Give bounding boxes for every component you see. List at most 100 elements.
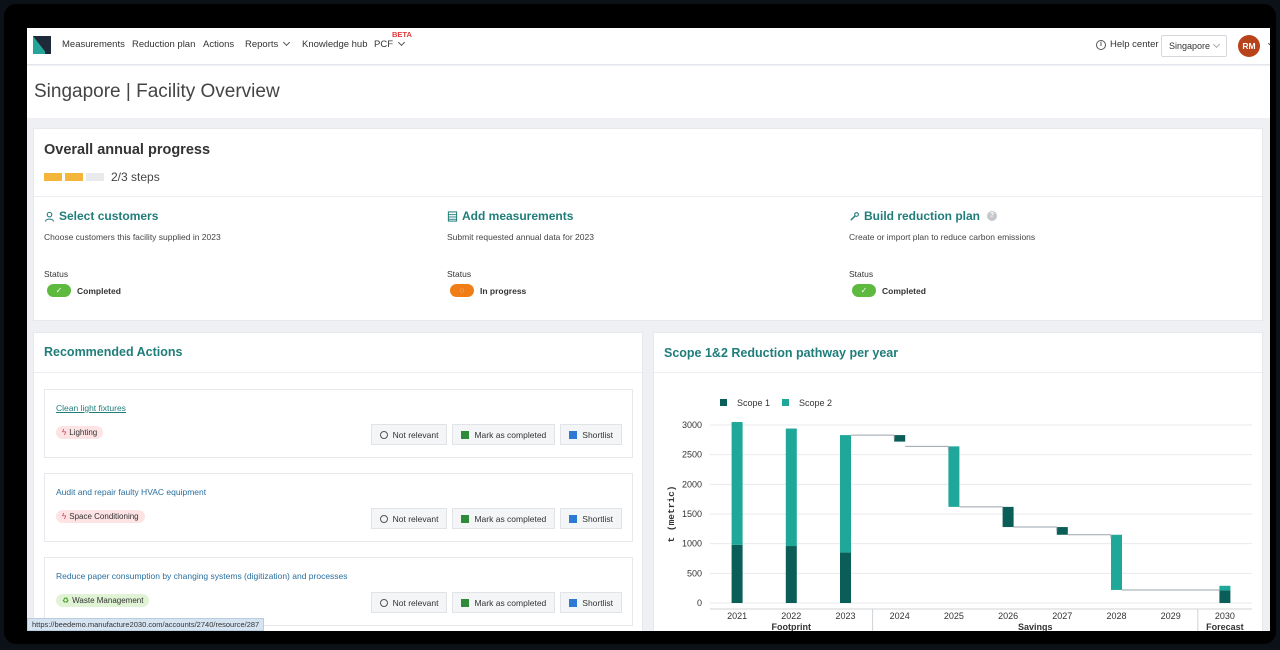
not-relevant-label: Not relevant bbox=[392, 597, 439, 608]
chevron-down-icon bbox=[1212, 40, 1221, 49]
step-description: Choose customers this facility supplied … bbox=[44, 232, 221, 242]
help-center-label: Help center bbox=[1110, 39, 1159, 50]
nav-knowledge-hub[interactable]: Knowledge hub bbox=[302, 39, 368, 50]
not-relevant-button[interactable]: Not relevant bbox=[370, 592, 448, 613]
nav-reports-label: Reports bbox=[245, 39, 279, 50]
nav-reports[interactable]: Reports bbox=[245, 38, 291, 50]
mark-completed-label: Mark as completed bbox=[474, 597, 547, 608]
shortlist-button[interactable]: Shortlist bbox=[560, 424, 622, 445]
x-tick-label: 2029 bbox=[1161, 611, 1181, 621]
shortlist-button[interactable]: Shortlist bbox=[560, 592, 622, 613]
chevron-down-icon bbox=[283, 38, 291, 47]
bar-scope-2 bbox=[840, 435, 851, 553]
action-item: Audit and repair faulty HVAC equipment ϟ… bbox=[44, 473, 633, 542]
status-text: In progress bbox=[480, 285, 527, 296]
legend-swatch-scope-2 bbox=[782, 399, 789, 406]
chart-title: Scope 1&2 Reduction pathway per year bbox=[664, 346, 899, 360]
page-title: Singapore | Facility Overview bbox=[34, 81, 280, 102]
checkbox-icon bbox=[461, 430, 470, 439]
nav-pcf[interactable]: PCF bbox=[374, 38, 406, 50]
check-icon: ✓ bbox=[852, 284, 876, 297]
status-label: Status bbox=[44, 269, 69, 279]
chevron-down-icon bbox=[397, 38, 406, 47]
help-center-link[interactable]: i Help center bbox=[1096, 39, 1159, 50]
step-build-reduction-plan: Build reduction plan ? Create or import … bbox=[849, 209, 1209, 297]
y-tick-label: 2500 bbox=[682, 450, 702, 460]
mark-completed-label: Mark as completed bbox=[474, 429, 547, 440]
x-tick-label: 2026 bbox=[998, 611, 1018, 621]
x-tick-label: 2030 bbox=[1215, 611, 1235, 621]
nav-pcf-label: PCF bbox=[374, 39, 393, 50]
progress-steps-text: 2/3 steps bbox=[111, 170, 160, 184]
user-avatar[interactable]: RM bbox=[1238, 35, 1260, 57]
savings-bar bbox=[1056, 527, 1068, 535]
action-buttons: Not relevant Mark as completed Shortlist bbox=[370, 592, 622, 613]
x-tick-label: 2022 bbox=[781, 611, 801, 621]
location-select[interactable]: Singapore bbox=[1161, 35, 1227, 57]
y-tick-label: 2000 bbox=[682, 479, 702, 489]
user-icon bbox=[44, 211, 55, 222]
status-text: Completed bbox=[882, 285, 926, 296]
checkbox-icon bbox=[461, 514, 470, 523]
not-relevant-button[interactable]: Not relevant bbox=[370, 424, 448, 445]
checkbox-icon bbox=[461, 598, 470, 607]
bar-scope-1 bbox=[731, 544, 743, 603]
shortlist-button[interactable]: Shortlist bbox=[560, 508, 622, 529]
action-item: Reduce paper consumption by changing sys… bbox=[44, 557, 633, 626]
window-frame: Measurements Reduction plan Actions Repo… bbox=[4, 4, 1276, 644]
x-tick-label: 2021 bbox=[727, 611, 747, 621]
chevron-down-icon[interactable] bbox=[1267, 39, 1270, 48]
x-tick-label: 2023 bbox=[835, 611, 855, 621]
top-navigation: Measurements Reduction plan Actions Repo… bbox=[27, 28, 1270, 65]
x-tick-label: 2025 bbox=[944, 611, 964, 621]
bar-scope-2 bbox=[785, 428, 797, 547]
mark-completed-button[interactable]: Mark as completed bbox=[452, 592, 556, 613]
category-tag-label: Lighting bbox=[69, 428, 98, 437]
action-title-link[interactable]: Clean light fixtures bbox=[56, 403, 126, 413]
x-tick-label: 2024 bbox=[890, 611, 910, 621]
y-tick-label: 0 bbox=[697, 598, 702, 608]
bar-scope-2 bbox=[1219, 585, 1231, 591]
nav-measurements[interactable]: Measurements bbox=[62, 39, 125, 50]
nav-reduction-plan[interactable]: Reduction plan bbox=[132, 39, 195, 50]
step-description: Create or import plan to reduce carbon e… bbox=[849, 232, 1036, 242]
progress-segment bbox=[65, 173, 83, 181]
x-group-label: Savings bbox=[1018, 622, 1053, 631]
help-icon[interactable]: ? bbox=[987, 211, 997, 221]
annual-progress-card: Overall annual progress 2/3 steps Select… bbox=[33, 128, 1263, 321]
eye-slash-icon bbox=[379, 598, 388, 607]
shortlist-label: Shortlist bbox=[582, 597, 613, 608]
beta-badge: BETA bbox=[392, 30, 412, 39]
legend-label-scope-1: Scope 1 bbox=[737, 398, 770, 408]
step-title-link[interactable]: Build reduction plan ? bbox=[849, 209, 1209, 223]
y-tick-label: 500 bbox=[687, 568, 702, 578]
bar-scope-1 bbox=[785, 546, 797, 603]
mark-completed-button[interactable]: Mark as completed bbox=[452, 424, 556, 445]
step-title-link[interactable]: Select customers bbox=[44, 209, 404, 223]
step-description: Submit requested annual data for 2023 bbox=[447, 232, 594, 242]
nav-actions[interactable]: Actions bbox=[203, 39, 234, 50]
action-title-link[interactable]: Audit and repair faulty HVAC equipment bbox=[56, 487, 206, 497]
step-title-link[interactable]: Add measurements bbox=[447, 209, 807, 223]
app-logo[interactable] bbox=[33, 36, 51, 54]
not-relevant-button[interactable]: Not relevant bbox=[370, 508, 448, 529]
y-tick-label: 3000 bbox=[682, 420, 702, 430]
document-icon bbox=[569, 430, 578, 439]
category-tag-label: Space Conditioning bbox=[69, 512, 139, 521]
category-tag-label: Waste Management bbox=[72, 596, 144, 605]
eye-slash-icon bbox=[379, 514, 388, 523]
y-tick-label: 1000 bbox=[682, 539, 702, 549]
shortlist-label: Shortlist bbox=[582, 513, 613, 524]
lightning-icon: ϟ bbox=[62, 428, 67, 437]
document-icon bbox=[569, 598, 578, 607]
progress-title: Overall annual progress bbox=[44, 142, 211, 158]
status-text: Completed bbox=[77, 285, 121, 296]
action-title-link[interactable]: Reduce paper consumption by changing sys… bbox=[56, 571, 348, 581]
in-progress-icon: ◌ bbox=[450, 284, 474, 297]
status-label: Status bbox=[447, 269, 472, 279]
savings-bar bbox=[894, 435, 906, 442]
document-icon bbox=[569, 514, 578, 523]
divider bbox=[34, 196, 1262, 197]
y-tick-label: 1500 bbox=[682, 509, 702, 519]
mark-completed-button[interactable]: Mark as completed bbox=[452, 508, 556, 529]
